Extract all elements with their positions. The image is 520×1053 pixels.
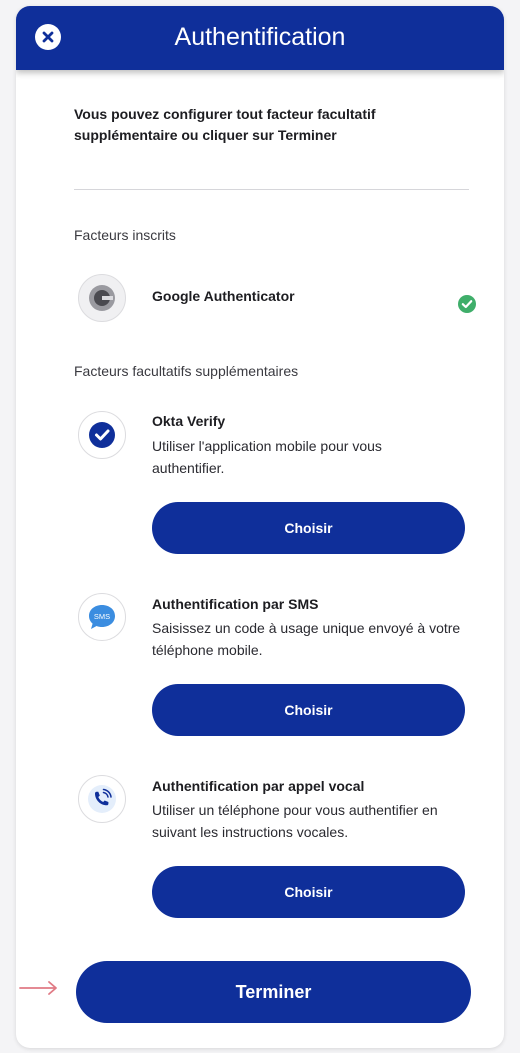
factor-desc-sms: Saisissez un code à usage unique envoyé … (152, 620, 461, 658)
auth-panel: Authentification Vous pouvez configurer … (16, 6, 504, 1048)
okta-verify-icon (78, 411, 126, 459)
finish-button[interactable]: Terminer (76, 961, 471, 1023)
choose-voice-call-button[interactable]: Choisir (152, 866, 465, 918)
factor-desc-voice-call: Utiliser un téléphone pour vous authenti… (152, 802, 438, 840)
choose-sms-button[interactable]: Choisir (152, 684, 465, 736)
arrow-right-icon (19, 981, 57, 995)
enrolled-section-label: Facteurs inscrits (74, 227, 176, 243)
check-circle-icon (458, 295, 476, 313)
factor-name-sms: Authentification par SMS (152, 596, 319, 612)
factor-name-voice-call: Authentification par appel vocal (152, 778, 365, 794)
factor-name-google-authenticator: Google Authenticator (152, 288, 295, 304)
google-authenticator-icon (78, 274, 126, 322)
divider (74, 189, 469, 190)
factor-desc-okta-verify: Utiliser l'application mobile pour vous … (152, 438, 382, 476)
sms-icon-label: SMS (94, 612, 110, 621)
intro-text: Vous pouvez configurer tout facteur facu… (74, 106, 376, 143)
sms-icon: SMS (78, 593, 126, 641)
optional-section-label: Facteurs facultatifs supplémentaires (74, 363, 299, 379)
page-title: Authentification (174, 23, 346, 51)
choose-okta-verify-button[interactable]: Choisir (152, 502, 465, 554)
factor-name-okta-verify: Okta Verify (152, 413, 226, 429)
header-bar: Authentification (16, 6, 504, 70)
phone-call-icon (78, 775, 126, 823)
